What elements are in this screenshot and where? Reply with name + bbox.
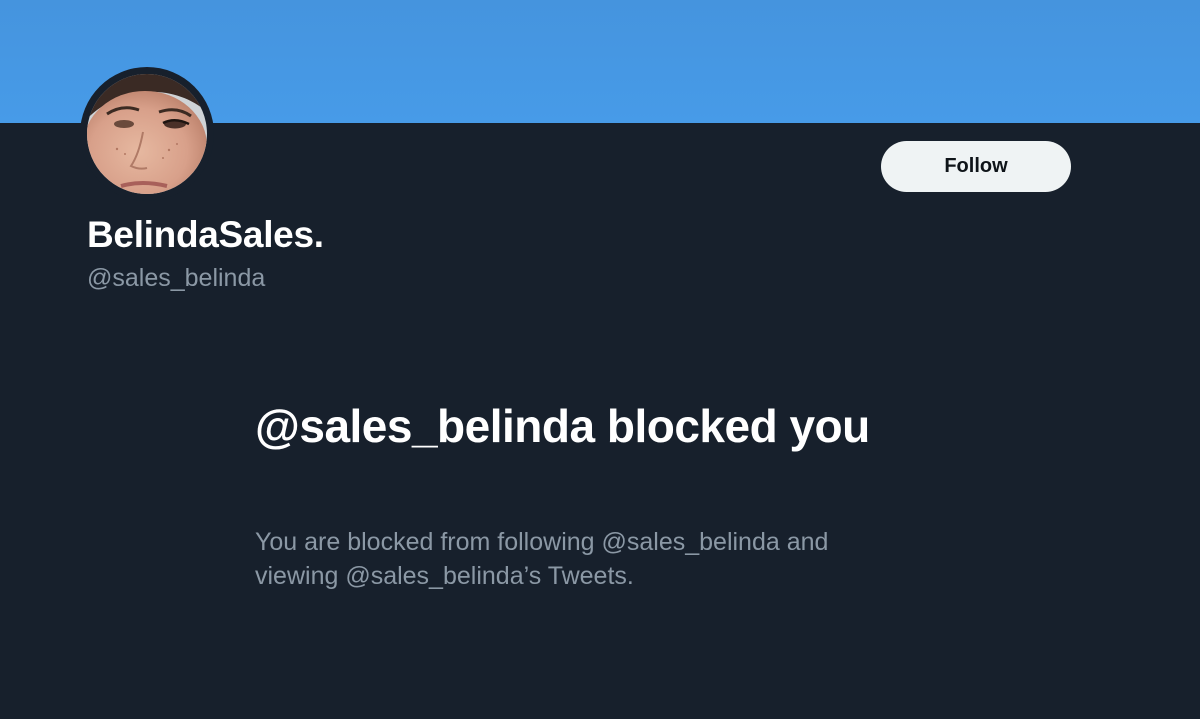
blocked-title: @sales_belinda blocked you xyxy=(255,400,870,452)
profile-page: Follow BelindaSales. @sales_belinda @sal… xyxy=(0,0,1200,719)
follow-button[interactable]: Follow xyxy=(881,141,1071,192)
profile-photo-icon xyxy=(87,74,207,194)
avatar[interactable] xyxy=(80,67,214,201)
display-name: BelindaSales. xyxy=(87,214,324,255)
blocked-description: You are blocked from following @sales_be… xyxy=(255,528,829,590)
profile-handle: @sales_belinda xyxy=(87,264,266,292)
